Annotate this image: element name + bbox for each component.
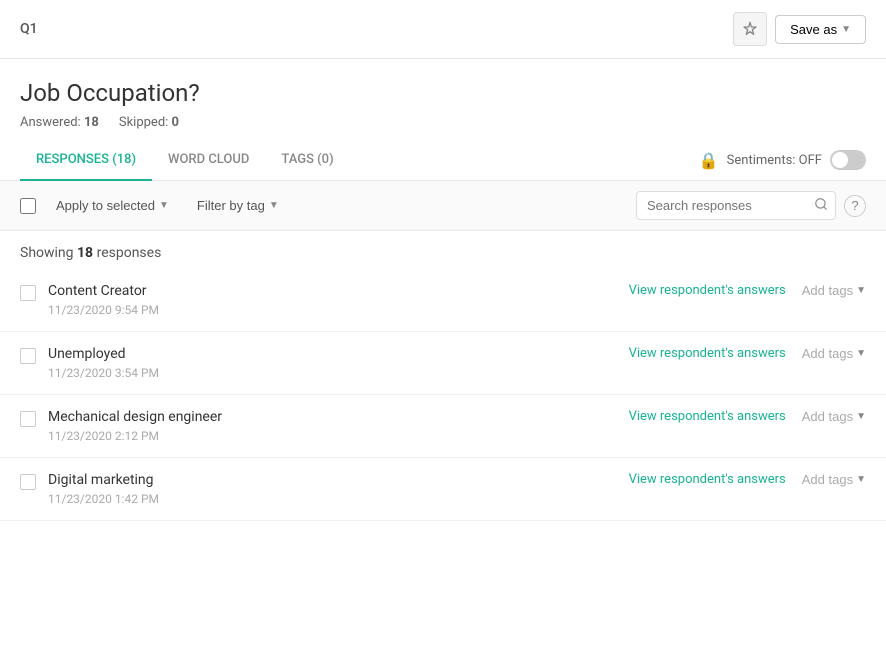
- add-tags-button[interactable]: Add tags ▼: [802, 346, 866, 361]
- view-respondent-link[interactable]: View respondent's answers: [629, 409, 786, 424]
- response-date: 11/23/2020 2:12 PM: [48, 429, 617, 443]
- search-area: ?: [636, 191, 866, 220]
- add-tags-chevron-icon: ▼: [856, 285, 866, 296]
- tab-tags[interactable]: TAGS (0): [265, 140, 349, 181]
- sentiments-label: Sentiments: OFF: [727, 153, 822, 168]
- response-date: 11/23/2020 3:54 PM: [48, 366, 617, 380]
- response-content: Mechanical design engineer 11/23/2020 2:…: [48, 409, 617, 443]
- response-item: Unemployed 11/23/2020 3:54 PM View respo…: [0, 332, 886, 395]
- response-checkbox-1[interactable]: [20, 348, 36, 364]
- save-chevron-icon: ▼: [841, 24, 851, 35]
- tab-wordcloud[interactable]: WORD CLOUD: [152, 140, 265, 181]
- lock-icon: 🔒: [699, 151, 719, 170]
- response-text: Unemployed: [48, 346, 617, 362]
- response-actions: View respondent's answers Add tags ▼: [629, 283, 866, 298]
- select-all-checkbox[interactable]: [20, 198, 36, 214]
- pin-button[interactable]: [733, 12, 767, 46]
- view-respondent-link[interactable]: View respondent's answers: [629, 472, 786, 487]
- response-item: Content Creator 11/23/2020 9:54 PM View …: [0, 269, 886, 332]
- tabs-bar: RESPONSES (18) WORD CLOUD TAGS (0) 🔒 Sen…: [0, 140, 886, 181]
- response-list: Content Creator 11/23/2020 9:54 PM View …: [0, 269, 886, 521]
- response-text: Content Creator: [48, 283, 617, 299]
- header-actions: Save as ▼: [733, 12, 866, 46]
- search-icon: [814, 197, 828, 211]
- response-item: Digital marketing 11/23/2020 1:42 PM Vie…: [0, 458, 886, 521]
- toolbar-left: Apply to selected ▼ Filter by tag ▼: [20, 194, 287, 217]
- tabs-container: RESPONSES (18) WORD CLOUD TAGS (0): [20, 140, 350, 180]
- response-date: 11/23/2020 9:54 PM: [48, 303, 617, 317]
- help-button[interactable]: ?: [844, 195, 866, 217]
- response-checkbox-2[interactable]: [20, 411, 36, 427]
- add-tags-chevron-icon: ▼: [856, 348, 866, 359]
- sentiments-switch[interactable]: [830, 150, 866, 170]
- save-as-button[interactable]: Save as ▼: [775, 15, 866, 44]
- apply-to-selected-button[interactable]: Apply to selected ▼: [48, 194, 177, 217]
- response-item: Mechanical design engineer 11/23/2020 2:…: [0, 395, 886, 458]
- response-content: Content Creator 11/23/2020 9:54 PM: [48, 283, 617, 317]
- search-input[interactable]: [636, 191, 836, 220]
- filter-by-tag-button[interactable]: Filter by tag ▼: [189, 194, 287, 217]
- question-stats: Answered: 18 Skipped: 0: [20, 115, 866, 130]
- question-title: Job Occupation?: [20, 79, 866, 107]
- response-actions: View respondent's answers Add tags ▼: [629, 409, 866, 424]
- header-bar: Q1 Save as ▼: [0, 0, 886, 59]
- question-section: Job Occupation? Answered: 18 Skipped: 0: [0, 59, 886, 140]
- add-tags-button[interactable]: Add tags ▼: [802, 472, 866, 487]
- view-respondent-link[interactable]: View respondent's answers: [629, 283, 786, 298]
- response-content: Unemployed 11/23/2020 3:54 PM: [48, 346, 617, 380]
- search-wrapper: [636, 191, 836, 220]
- question-label: Q1: [20, 21, 38, 37]
- add-tags-chevron-icon: ▼: [856, 411, 866, 422]
- tab-responses[interactable]: RESPONSES (18): [20, 140, 152, 181]
- answered-stat: Answered: 18: [20, 115, 99, 130]
- response-actions: View respondent's answers Add tags ▼: [629, 472, 866, 487]
- response-text: Mechanical design engineer: [48, 409, 617, 425]
- response-date: 11/23/2020 1:42 PM: [48, 492, 617, 506]
- add-tags-chevron-icon: ▼: [856, 474, 866, 485]
- apply-chevron-icon: ▼: [159, 200, 169, 211]
- response-text: Digital marketing: [48, 472, 617, 488]
- response-content: Digital marketing 11/23/2020 1:42 PM: [48, 472, 617, 506]
- response-actions: View respondent's answers Add tags ▼: [629, 346, 866, 361]
- toggle-slider: [830, 150, 866, 170]
- add-tags-button[interactable]: Add tags ▼: [802, 283, 866, 298]
- showing-text: Showing 18 responses: [0, 231, 886, 269]
- filter-chevron-icon: ▼: [269, 200, 279, 211]
- toolbar: Apply to selected ▼ Filter by tag ▼ ?: [0, 181, 886, 231]
- view-respondent-link[interactable]: View respondent's answers: [629, 346, 786, 361]
- search-icon-button[interactable]: [814, 197, 828, 214]
- sentiments-toggle: 🔒 Sentiments: OFF: [699, 150, 866, 170]
- add-tags-button[interactable]: Add tags ▼: [802, 409, 866, 424]
- skipped-stat: Skipped: 0: [119, 115, 179, 130]
- response-checkbox-3[interactable]: [20, 474, 36, 490]
- response-checkbox-0[interactable]: [20, 285, 36, 301]
